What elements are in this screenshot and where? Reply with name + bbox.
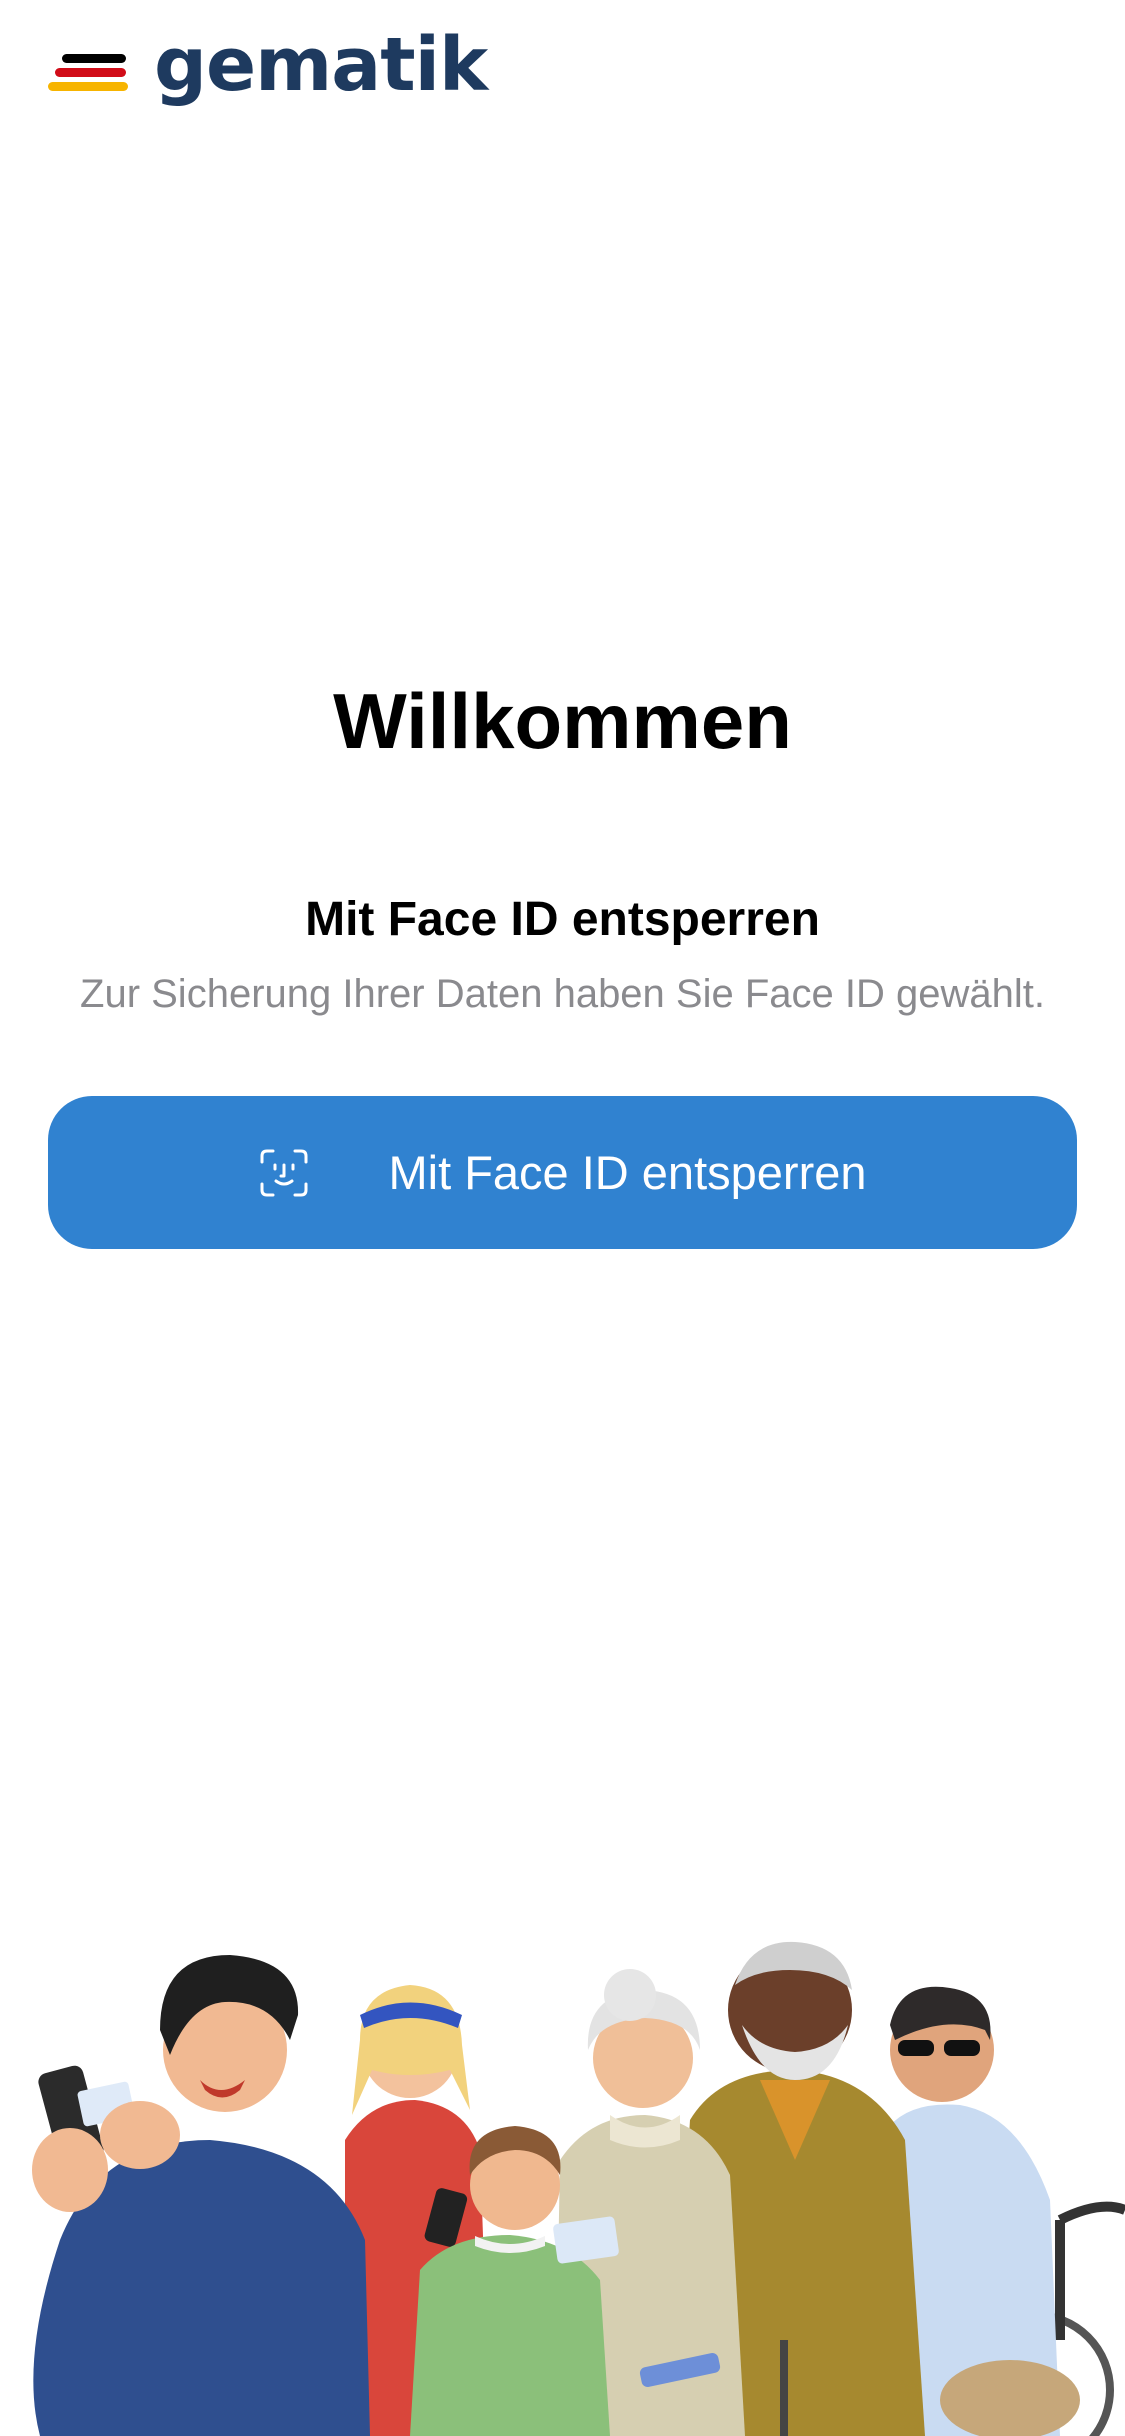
section-subtitle: Mit Face ID entsperren xyxy=(305,893,820,946)
page-title: Willkommen xyxy=(333,677,792,765)
people-group-illustration xyxy=(32,1941,1125,2436)
section-description: Zur Sicherung Ihrer Daten haben Sie Face… xyxy=(80,972,1045,1016)
face-id-unlock-button[interactable]: Mit Face ID entsperren xyxy=(48,1096,1077,1249)
face-id-icon xyxy=(260,1149,308,1196)
gematik-logo: gematik xyxy=(48,28,488,102)
unlock-button-label: Mit Face ID entsperren xyxy=(388,1146,867,1199)
logo-text: gematik xyxy=(154,22,488,108)
flag-stripes-icon xyxy=(48,48,128,92)
person-young-man-phone xyxy=(32,1955,370,2436)
